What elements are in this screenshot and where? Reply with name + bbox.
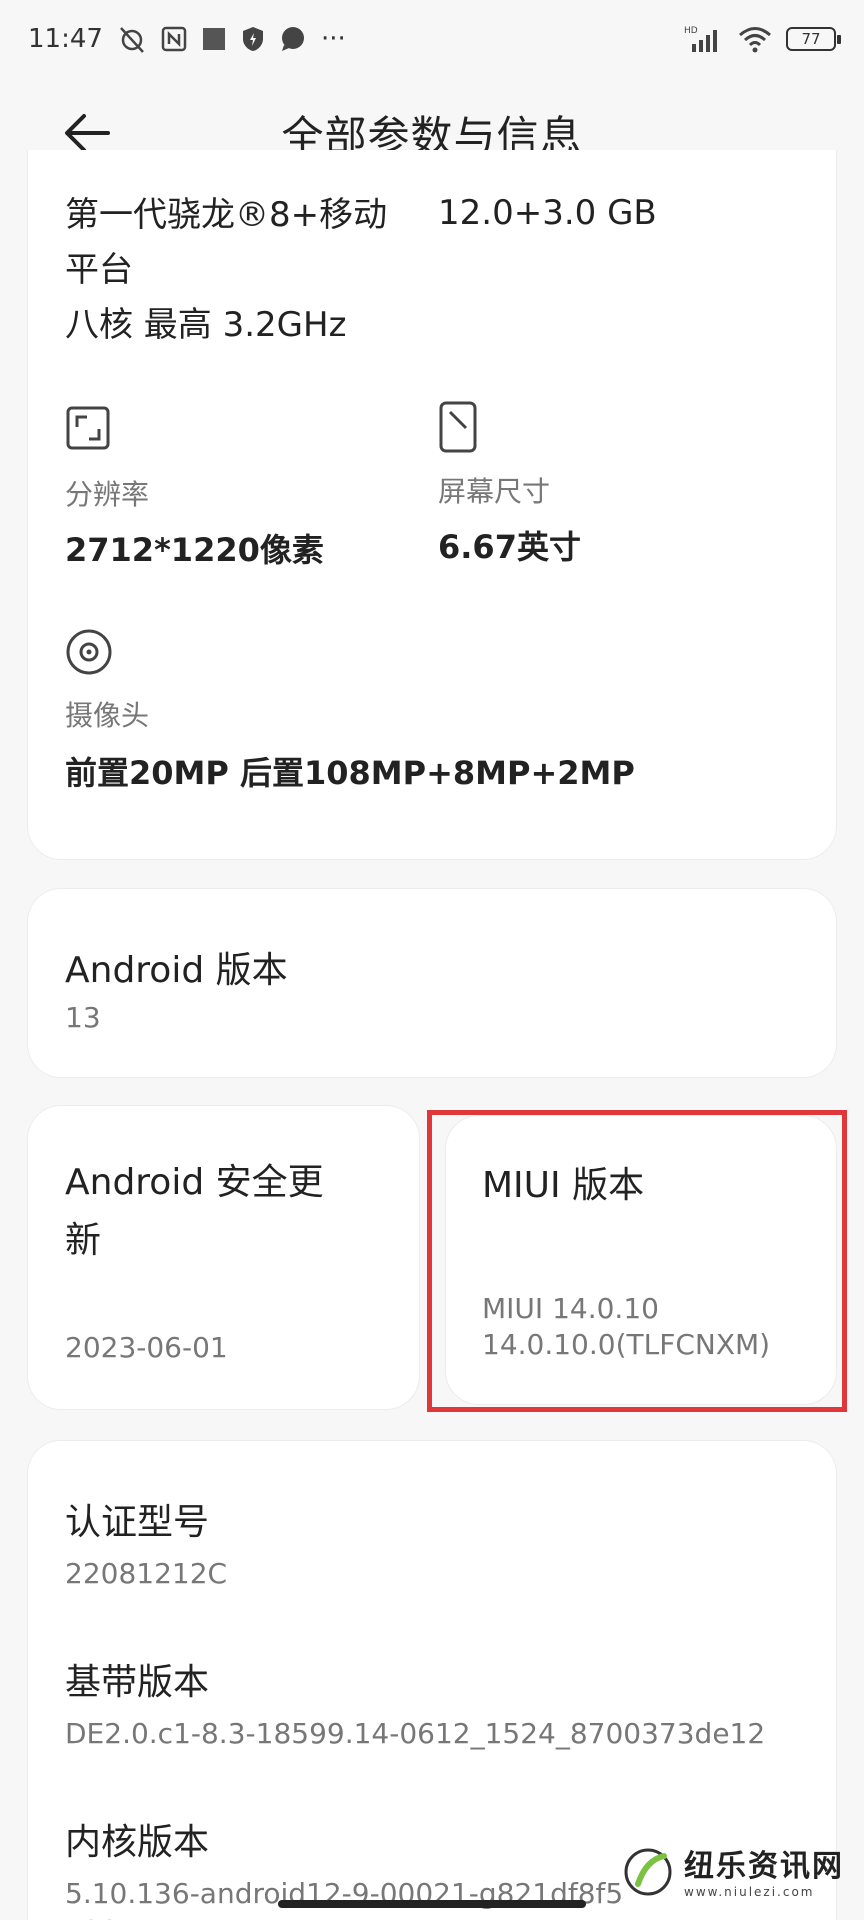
- wifi-icon: [738, 25, 772, 53]
- baseband-label: 基带版本: [65, 1662, 210, 1703]
- resolution-spec: 分辨率 2712*1220像素: [65, 405, 324, 571]
- kernel-label: 内核版本: [65, 1822, 210, 1863]
- processor-line-2: 平台: [65, 250, 133, 290]
- watermark-text: 纽乐资讯网: [684, 1849, 844, 1884]
- kernel-value-line-2: 5204: [65, 1914, 623, 1920]
- certified-model-item[interactable]: 认证型号 22081212C: [65, 1493, 227, 1590]
- processor-line-3: 八核 最高 3.2GHz: [65, 305, 347, 345]
- processor-spec: 第一代骁龙®8+移动 平台 八核 最高 3.2GHz: [65, 188, 405, 353]
- resolution-label: 分辨率: [65, 478, 150, 511]
- specs-card: 第一代骁龙®8+移动 平台 八核 最高 3.2GHz 12.0+3.0 GB 分…: [27, 150, 837, 860]
- alarm-off-icon: [117, 24, 147, 54]
- status-bar: 11:47 ··· HD 77: [0, 0, 864, 78]
- resolution-icon: [66, 406, 110, 450]
- camera-icon: [66, 629, 112, 675]
- battery-icon: 77: [786, 27, 841, 51]
- security-update-value: 2023-06-01: [65, 1331, 228, 1364]
- camera-label: 摄像头: [65, 699, 150, 732]
- baseband-value: DE2.0.c1-8.3-18599.14-0612_1524_8700373d…: [65, 1717, 766, 1750]
- highlight-annotation-box: [427, 1110, 847, 1412]
- processor-line-1: 第一代骁龙®8+移动: [65, 195, 388, 235]
- watermark-url: www.niulezi.com: [684, 1885, 815, 1899]
- square-app-icon: [201, 26, 227, 52]
- android-version-value: 13: [65, 1001, 101, 1034]
- home-indicator[interactable]: [278, 1900, 586, 1908]
- screen-size-icon: [439, 401, 477, 453]
- security-update-label: Android 安全更 新: [65, 1154, 395, 1270]
- cellular-signal-icon: HD: [684, 24, 724, 54]
- security-update-label-line-1: Android 安全更: [65, 1162, 324, 1203]
- screen-size-label: 屏幕尺寸: [438, 475, 551, 508]
- shield-icon: [241, 25, 265, 53]
- watermark: 纽乐资讯网 www.niulezi.com: [618, 1820, 864, 1920]
- message-icon: [279, 25, 307, 53]
- certified-model-label: 认证型号: [65, 1502, 210, 1543]
- security-update-label-line-2: 新: [65, 1220, 102, 1261]
- android-version-label: Android 版本: [65, 950, 288, 991]
- network-type-label: HD: [684, 26, 698, 36]
- memory-value: 12.0+3.0 GB: [438, 193, 657, 233]
- resolution-value: 2712*1220像素: [65, 531, 324, 569]
- status-time: 11:47: [28, 24, 103, 54]
- battery-level: 77: [801, 30, 821, 48]
- camera-spec: 摄像头 前置20MP 后置108MP+8MP+2MP: [65, 628, 635, 794]
- screen-size-spec: 屏幕尺寸 6.67英寸: [438, 400, 581, 568]
- more-notifications-icon: ···: [320, 24, 346, 54]
- screen-size-value: 6.67英寸: [438, 528, 581, 566]
- certified-model-value: 22081212C: [65, 1557, 228, 1590]
- nfc-icon: [161, 26, 187, 52]
- android-version-card[interactable]: Android 版本 13: [27, 888, 837, 1078]
- baseband-item[interactable]: 基带版本 DE2.0.c1-8.3-18599.14-0612_1524_870…: [65, 1653, 765, 1750]
- watermark-logo-icon: [624, 1848, 672, 1896]
- camera-value: 前置20MP 后置108MP+8MP+2MP: [65, 754, 635, 792]
- security-update-card[interactable]: Android 安全更 新 2023-06-01: [27, 1105, 420, 1410]
